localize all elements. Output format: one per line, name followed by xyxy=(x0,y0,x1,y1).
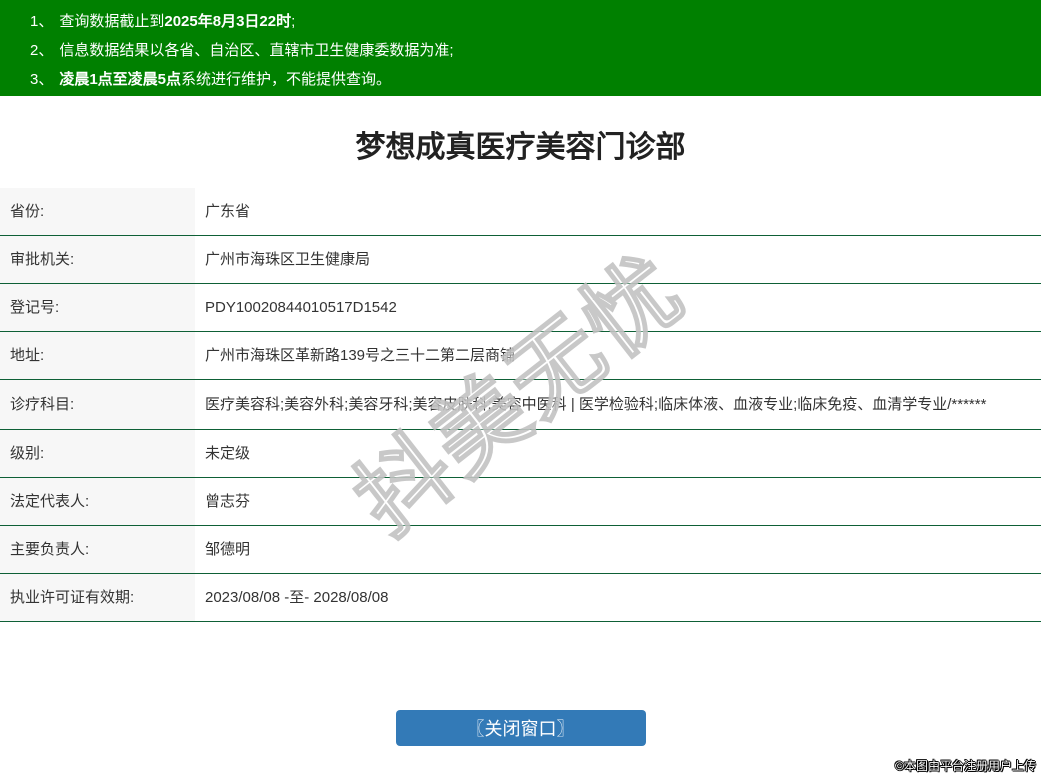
notice-number: 3、 xyxy=(30,71,54,88)
field-value: 2023/08/08 -至- 2028/08/08 xyxy=(195,573,1041,622)
table-row: 审批机关: 广州市海珠区卫生健康局 xyxy=(0,235,1041,284)
notice-item: 2、 信息数据结果以各省、自治区、直辖市卫生健康委数据为准; xyxy=(30,36,1031,65)
notice-item: 3、 凌晨1点至凌晨5点系统进行维护，不能提供查询。 xyxy=(30,65,1031,94)
field-label: 主要负责人: xyxy=(0,525,195,574)
info-table: 省份: 广东省 审批机关: 广州市海珠区卫生健康局 登记号: PDY100208… xyxy=(0,188,1041,622)
close-window-button[interactable]: 〖关闭窗口〗 xyxy=(395,710,646,746)
field-label: 省份: xyxy=(0,188,195,236)
table-row: 执业许可证有效期: 2023/08/08 -至- 2028/08/08 xyxy=(0,573,1041,622)
image-credit-watermark: ©本图由平台注册用户上传 xyxy=(895,759,1036,773)
field-value: 医疗美容科;美容外科;美容牙科;美容皮肤科;美容中医科 | 医学检验科;临床体液… xyxy=(195,379,1041,430)
field-value: 邹德明 xyxy=(195,525,1041,574)
notice-text: 查询数据截止到 xyxy=(59,13,165,30)
notice-text: ; xyxy=(291,13,296,30)
field-label: 法定代表人: xyxy=(0,477,195,526)
notice-number: 1、 xyxy=(30,13,54,30)
field-label: 登记号: xyxy=(0,283,195,332)
field-value: 广东省 xyxy=(195,188,1041,236)
field-value: PDY10020844010517D1542 xyxy=(195,283,1041,332)
notice-text: 信息数据结果以各省、自治区、直辖市卫生健康委数据为准; xyxy=(59,42,454,59)
table-row: 级别: 未定级 xyxy=(0,429,1041,478)
field-value: 广州市海珠区革新路139号之三十二第二层商铺 xyxy=(195,331,1041,380)
table-row: 诊疗科目: 医疗美容科;美容外科;美容牙科;美容皮肤科;美容中医科 | 医学检验… xyxy=(0,379,1041,430)
field-value: 广州市海珠区卫生健康局 xyxy=(195,235,1041,284)
notice-text-bold: 凌晨1点至凌晨5点 xyxy=(59,71,182,88)
table-row: 省份: 广东省 xyxy=(0,188,1041,236)
notice-text-bold: 2025年8月3日22时 xyxy=(164,13,292,30)
table-row: 登记号: PDY10020844010517D1542 xyxy=(0,283,1041,332)
page-title: 梦想成真医疗美容门诊部 xyxy=(355,131,686,164)
field-label: 诊疗科目: xyxy=(0,379,195,430)
button-row: 〖关闭窗口〗 xyxy=(0,710,1041,746)
table-row: 地址: 广州市海珠区革新路139号之三十二第二层商铺 xyxy=(0,331,1041,380)
notice-item: 1、 查询数据截止到2025年8月3日22时; xyxy=(30,7,1031,36)
notice-number: 2、 xyxy=(30,42,54,59)
table-row: 主要负责人: 邹德明 xyxy=(0,525,1041,574)
field-value: 未定级 xyxy=(195,429,1041,478)
notice-banner: 1、 查询数据截止到2025年8月3日22时; 2、 信息数据结果以各省、自治区、直… xyxy=(0,0,1041,96)
field-label: 级别: xyxy=(0,429,195,478)
field-label: 审批机关: xyxy=(0,235,195,284)
notice-text: 系统进行维护，不能提供查询。 xyxy=(181,71,392,88)
field-label: 执业许可证有效期: xyxy=(0,573,195,622)
field-label: 地址: xyxy=(0,331,195,380)
field-value: 曾志芬 xyxy=(195,477,1041,526)
table-row: 法定代表人: 曾志芬 xyxy=(0,477,1041,526)
